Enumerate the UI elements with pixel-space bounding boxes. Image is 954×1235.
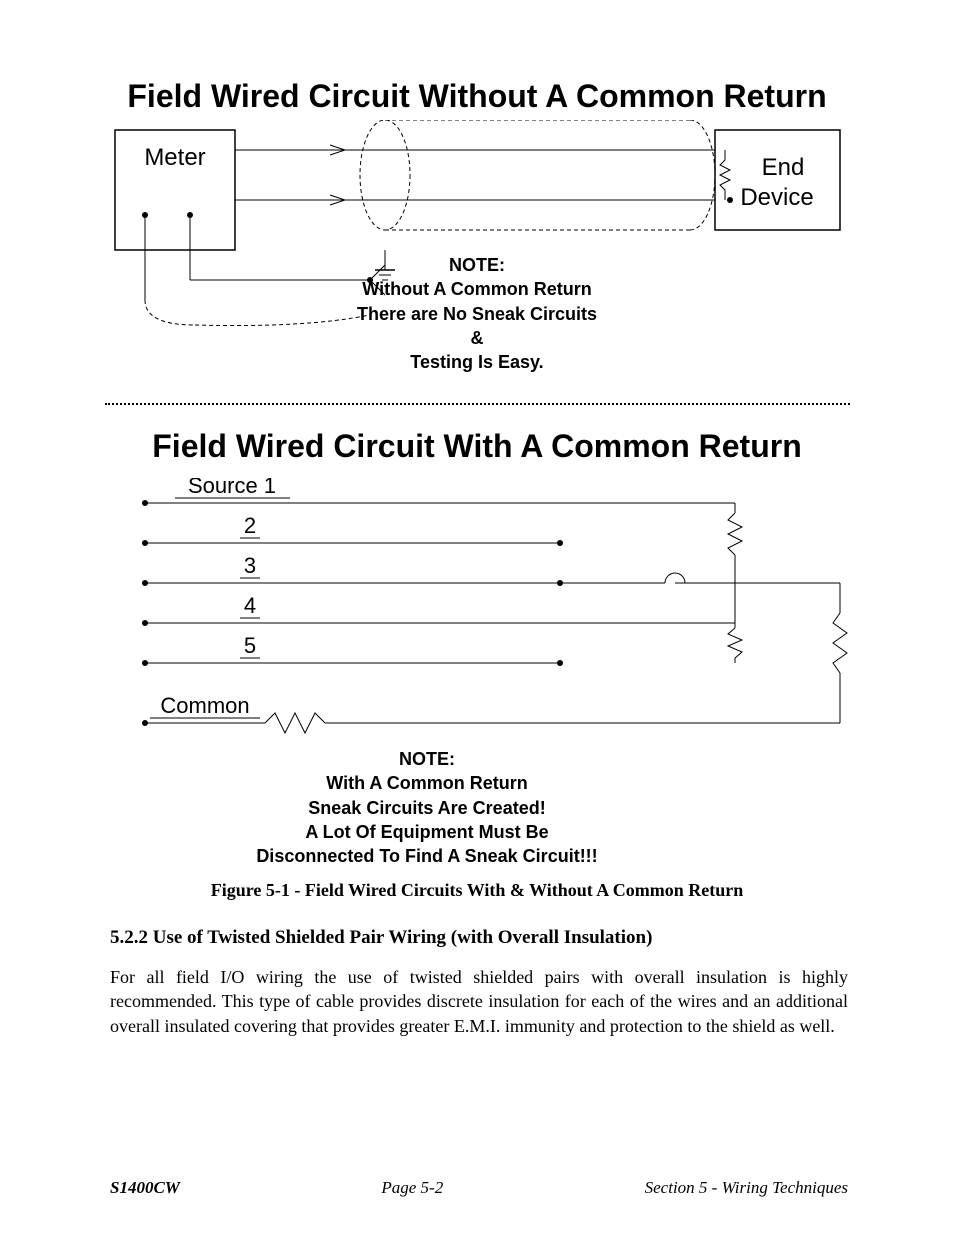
footer-center: Page 5-2 bbox=[381, 1178, 443, 1198]
d2-line5-label: 5 bbox=[244, 633, 256, 658]
page-footer: S1400CW Page 5-2 Section 5 - Wiring Tech… bbox=[110, 1178, 848, 1198]
d2-line1-label: Source 1 bbox=[188, 478, 276, 498]
note1-l2: There are No Sneak Circuits bbox=[0, 302, 954, 326]
note2-l2: Sneak Circuits Are Created! bbox=[0, 796, 904, 820]
d2-line6-label: Common bbox=[160, 693, 249, 718]
diagram2-figure: Source 1 2 3 4 5 Common bbox=[140, 478, 860, 738]
note2-l4: Disconnected To Find A Sneak Circuit!!! bbox=[0, 844, 904, 868]
note1-l4: Testing Is Easy. bbox=[0, 350, 954, 374]
figure-caption: Figure 5-1 - Field Wired Circuits With &… bbox=[0, 880, 954, 901]
note1-heading: NOTE: bbox=[0, 253, 954, 277]
meter-label: Meter bbox=[144, 144, 205, 171]
divider-dotted bbox=[105, 403, 850, 405]
d2-line4-label: 4 bbox=[244, 593, 256, 618]
note2-heading: NOTE: bbox=[0, 747, 904, 771]
d2-line3-label: 3 bbox=[244, 553, 256, 578]
note1-l1: Without A Common Return bbox=[0, 277, 954, 301]
footer-right: Section 5 - Wiring Techniques bbox=[645, 1178, 848, 1198]
end-label-bottom: Device bbox=[740, 184, 813, 211]
note2-l1: With A Common Return bbox=[0, 771, 904, 795]
section-heading: 5.2.2 Use of Twisted Shielded Pair Wirin… bbox=[110, 927, 845, 949]
document-page: Field Wired Circuit Without A Common Ret… bbox=[0, 0, 954, 1235]
diagram1-title: Field Wired Circuit Without A Common Ret… bbox=[0, 78, 954, 115]
diagram1-note: NOTE: Without A Common Return There are … bbox=[0, 253, 954, 374]
body-paragraph: For all field I/O wiring the use of twis… bbox=[110, 965, 848, 1038]
note2-l3: A Lot Of Equipment Must Be bbox=[0, 820, 904, 844]
d2-line2-label: 2 bbox=[244, 513, 256, 538]
note1-l3: & bbox=[0, 326, 954, 350]
diagram2-title: Field Wired Circuit With A Common Return bbox=[0, 428, 954, 465]
footer-left: S1400CW bbox=[110, 1178, 180, 1198]
diagram2-note: NOTE: With A Common Return Sneak Circuit… bbox=[0, 747, 904, 868]
end-label-top: End bbox=[762, 154, 805, 181]
